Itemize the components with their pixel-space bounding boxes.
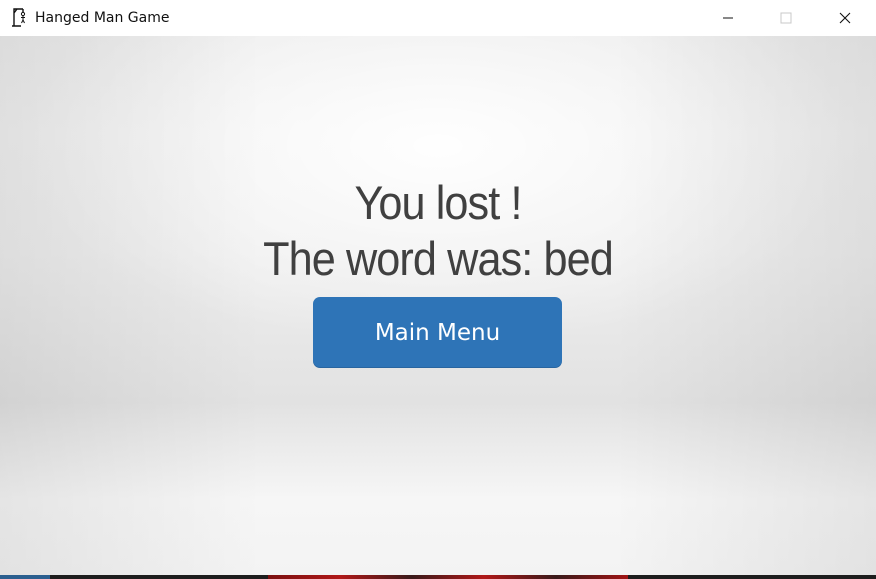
close-icon <box>839 9 851 28</box>
maximize-button[interactable] <box>757 0 815 36</box>
word-reveal-message: The word was: bed <box>263 232 614 285</box>
game-over-panel: You lost ! The word was: bed Main Menu <box>0 36 876 575</box>
gallows-icon <box>10 7 30 27</box>
main-menu-button[interactable]: Main Menu <box>313 297 562 368</box>
app-window: Hanged Man Game You lost ! The word was:… <box>0 0 876 579</box>
result-message: You lost ! <box>354 176 522 229</box>
close-button[interactable] <box>816 0 874 36</box>
maximize-icon <box>780 9 792 28</box>
minimize-icon <box>722 9 734 28</box>
title-bar[interactable]: Hanged Man Game <box>0 0 876 36</box>
window-title: Hanged Man Game <box>35 10 170 26</box>
minimize-button[interactable] <box>699 0 757 36</box>
taskbar-edge-accent <box>268 575 628 579</box>
taskbar-edge-accent <box>0 575 50 579</box>
